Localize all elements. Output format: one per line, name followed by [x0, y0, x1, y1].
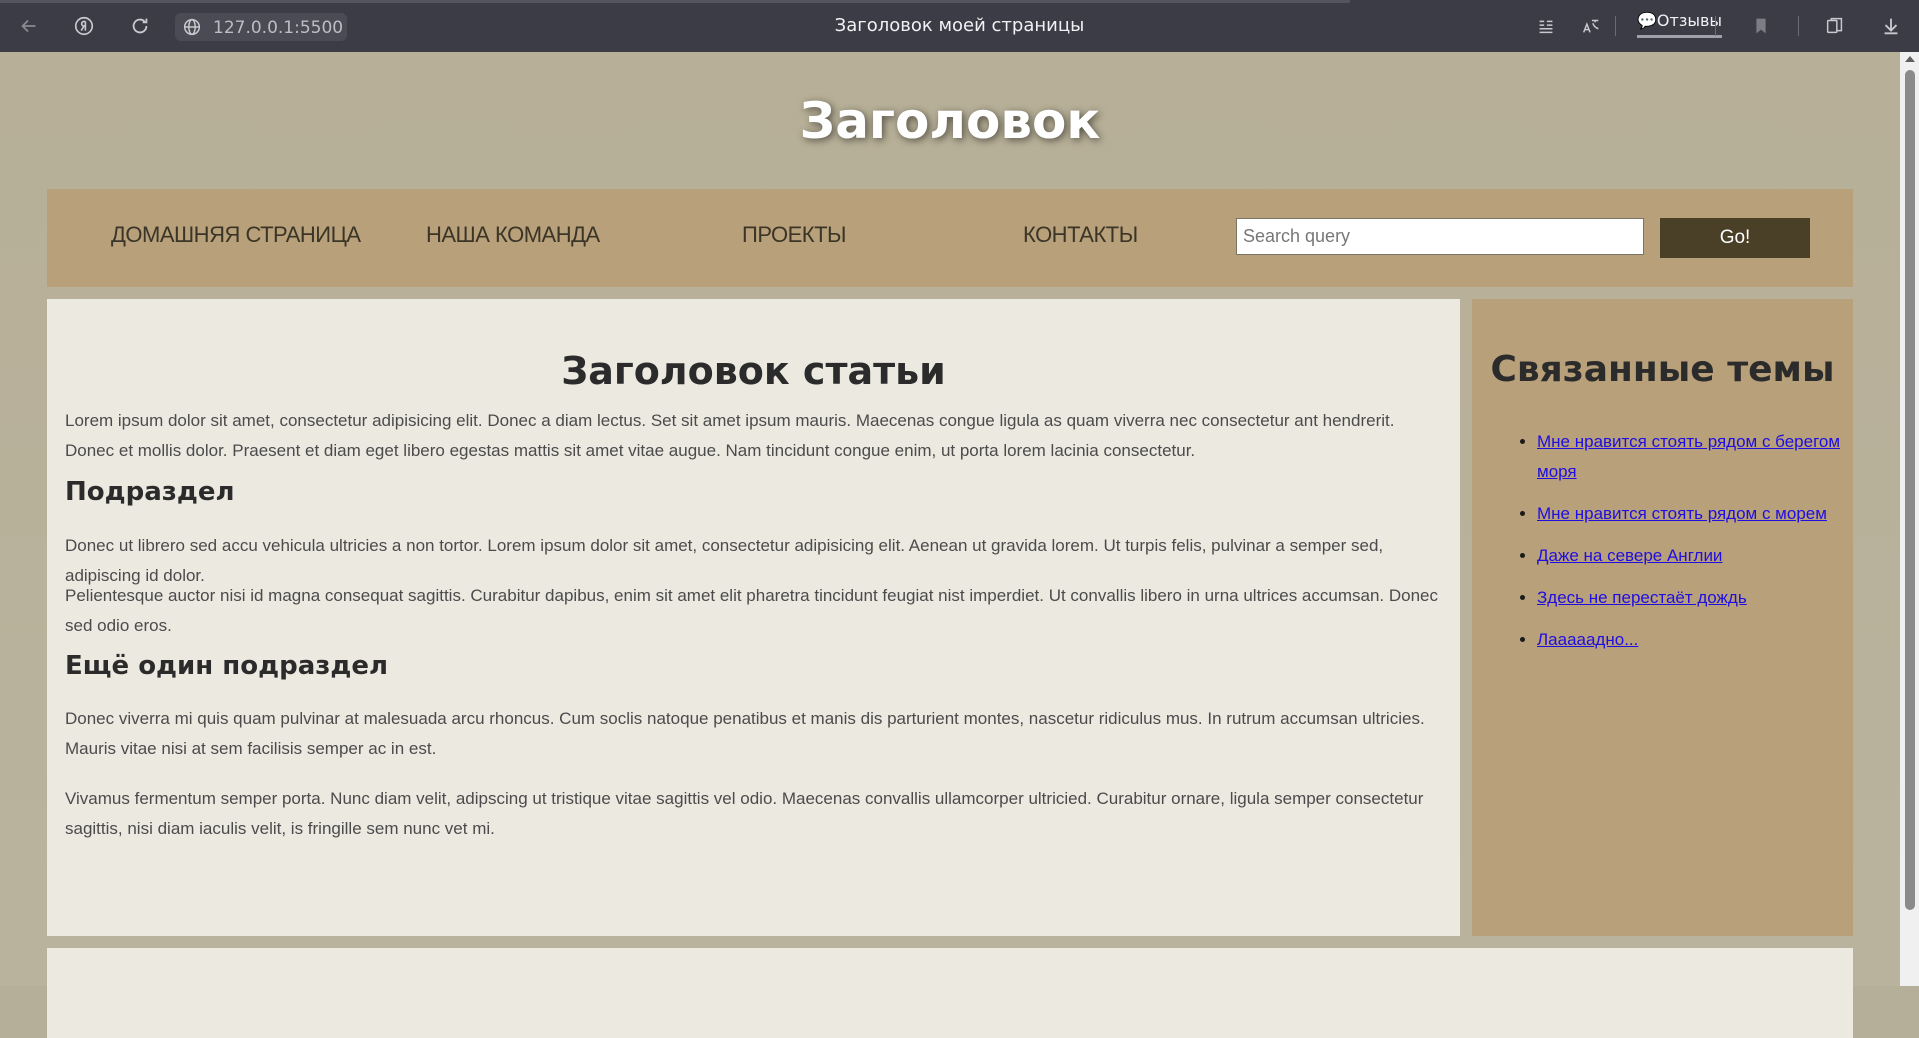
toolbar-separator	[1715, 16, 1716, 36]
related-link[interactable]: Мне нравится стоять рядом с морем	[1537, 504, 1827, 523]
scrollbar-thumb[interactable]	[1905, 70, 1915, 910]
reader-mode-icon[interactable]	[1533, 13, 1559, 39]
nav-item-home[interactable]: ДОМАШНЯЯ СТРАНИЦА	[111, 222, 361, 248]
toolbar-separator	[1615, 16, 1616, 36]
yandex-icon[interactable]	[71, 13, 97, 39]
article-intro: Lorem ipsum dolor sit amet, consectetur …	[65, 411, 1395, 460]
subsection-title: Подраздел	[65, 477, 235, 507]
subsection-title: Ещё один подраздел	[65, 651, 389, 681]
nav-item-team[interactable]: НАША КОМАНДА	[426, 222, 600, 248]
collections-icon[interactable]	[1822, 13, 1848, 39]
site-title: Заголовок	[799, 92, 1101, 150]
subsection-paragraph: Pelientesque auctor nisi id magna conseq…	[65, 586, 1438, 635]
scrollbar[interactable]	[1900, 52, 1919, 986]
related-link[interactable]: Даже на севере Англии	[1537, 546, 1722, 565]
chat-bubble-icon: 💬	[1637, 11, 1657, 30]
scroll-up-arrow-icon[interactable]	[1905, 56, 1915, 62]
toolbar-separator	[1798, 16, 1799, 36]
related-link[interactable]: Мне нравится стоять рядом с берегом моря	[1537, 432, 1840, 481]
translate-icon[interactable]	[1578, 13, 1604, 39]
list-item: Мне нравится стоять рядом с морем	[1537, 499, 1877, 529]
go-button[interactable]: Go!	[1660, 218, 1810, 258]
article-title: Заголовок статьи	[561, 349, 946, 393]
tab-strip-line	[0, 0, 1350, 3]
list-item: Мне нравится стоять рядом с берегом моря	[1537, 427, 1877, 487]
list-item: Лааааадно...	[1537, 625, 1877, 655]
list-item: Здесь не перестаёт дождь	[1537, 583, 1877, 613]
related-link[interactable]: Здесь не перестаёт дождь	[1537, 588, 1747, 607]
address-bar[interactable]: 127.0.0.1:5500	[175, 13, 347, 41]
main-nav: ДОМАШНЯЯ СТРАНИЦА НАША КОМАНДА ПРОЕКТЫ К…	[47, 189, 1853, 287]
article: Заголовок статьи Lorem ipsum dolor sit a…	[47, 299, 1460, 936]
back-icon[interactable]	[16, 13, 42, 39]
bookmark-icon[interactable]	[1748, 13, 1774, 39]
download-icon[interactable]	[1878, 13, 1904, 39]
list-item: Даже на севере Англии	[1537, 541, 1877, 571]
nav-item-projects[interactable]: ПРОЕКТЫ	[742, 222, 847, 248]
footer	[47, 948, 1853, 1038]
subsection-paragraph: Donec viverra mi quis quam pulvinar at m…	[65, 709, 1425, 758]
related-topics-sidebar: Связанные темы Мне нравится стоять рядом…	[1472, 299, 1853, 936]
reload-icon[interactable]	[127, 13, 153, 39]
related-links-list: Мне нравится стоять рядом с берегом моря…	[1492, 427, 1877, 667]
sidebar-title: Связанные темы	[1490, 349, 1835, 390]
subsection-paragraph: Vivamus fermentum semper porta. Nunc dia…	[65, 789, 1424, 838]
search-input[interactable]	[1236, 218, 1644, 255]
url-text[interactable]: 127.0.0.1:5500	[213, 18, 343, 38]
browser-toolbar: 127.0.0.1:5500 Заголовок моей страницы 💬…	[0, 0, 1919, 52]
feedback-label: Отзывы	[1656, 11, 1723, 30]
nav-item-contacts[interactable]: КОНТАКТЫ	[1023, 222, 1138, 248]
globe-icon	[181, 16, 203, 38]
related-link[interactable]: Лааааадно...	[1537, 630, 1638, 649]
feedback-button[interactable]: 💬Отзывы	[1637, 11, 1723, 38]
page-viewport: Заголовок ДОМАШНЯЯ СТРАНИЦА НАША КОМАНДА…	[0, 52, 1900, 1038]
